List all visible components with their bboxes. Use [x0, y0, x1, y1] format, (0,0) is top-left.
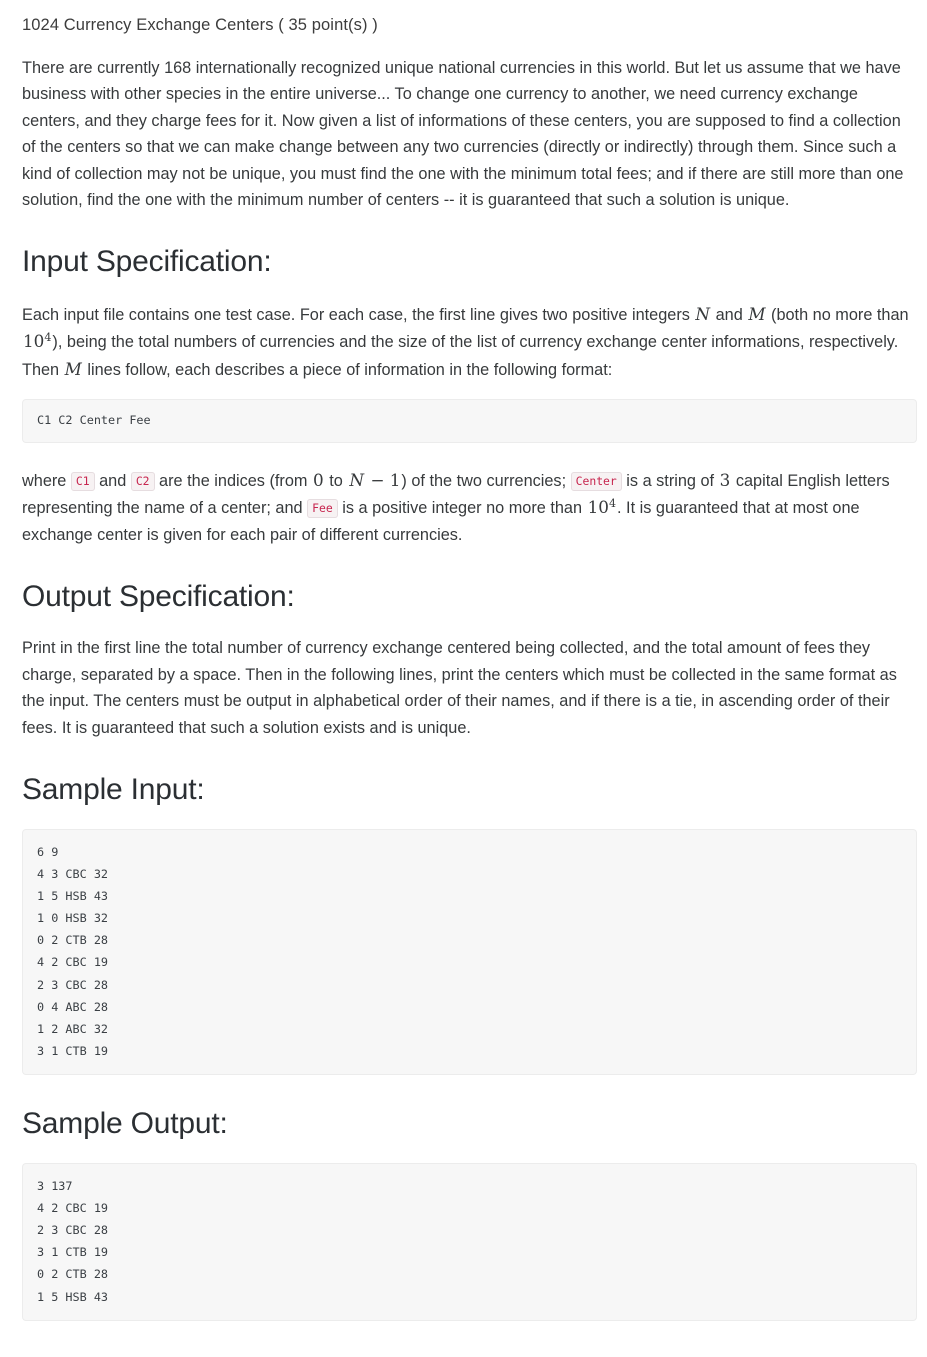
math-var-n: N	[695, 303, 711, 324]
math-base: 10	[23, 331, 45, 352]
math-var-m-2: M	[64, 358, 82, 379]
sample-input-heading: Sample Input:	[22, 773, 205, 807]
math-three: 3	[719, 469, 731, 490]
input-spec-text-10: ) of the two currencies;	[401, 471, 571, 490]
math-n-minus-one: N − 1	[349, 469, 401, 490]
math-n-italic: N	[349, 469, 364, 490]
problem-description: There are currently 168 internationally …	[22, 59, 904, 210]
problem-page: 1024 Currency Exchange Centers ( 35 poin…	[0, 0, 927, 1357]
input-spec-text-2: and	[711, 305, 748, 324]
math-base-b: 10	[587, 497, 609, 518]
input-spec-text-1: Each input file contains one test case. …	[22, 305, 695, 324]
math-exponent-b: 4	[608, 497, 616, 511]
sample-output-heading: Sample Output:	[22, 1107, 228, 1141]
code-fee: Fee	[307, 499, 338, 519]
input-spec-text-6: where	[22, 471, 71, 490]
sample-input-code-block: 6 9 4 3 CBC 32 1 5 HSB 43 1 0 HSB 32 0 2…	[22, 828, 917, 1076]
input-spec-paragraph-1: Each input file contains one test case. …	[22, 301, 917, 383]
input-spec-text-8: are the indices (from	[154, 471, 312, 490]
math-power-ten-four: 104	[22, 331, 52, 351]
output-specification-heading: Output Specification:	[22, 579, 295, 613]
math-exponent: 4	[44, 331, 52, 345]
input-specification-heading: Input Specification:	[22, 245, 272, 279]
input-spec-text-3: (both no more than	[766, 305, 909, 324]
output-spec-description: Print in the first line the total number…	[22, 639, 897, 737]
page-title: 1024 Currency Exchange Centers ( 35 poin…	[22, 16, 378, 34]
math-power-ten-four-b: 104	[587, 497, 617, 517]
input-format-code-block: C1 C2 Center Fee	[22, 399, 917, 443]
input-spec-paragraph-2: where C1 and C2 are the indices (from 0 …	[22, 467, 917, 548]
sample-output-code-block: 3 137 4 2 CBC 19 2 3 CBC 28 3 1 CTB 19 0…	[22, 1162, 917, 1321]
code-center: Center	[570, 471, 622, 491]
input-spec-text-9: to	[324, 471, 348, 490]
input-spec-text-11: is a string of	[621, 471, 719, 490]
math-var-m: M	[748, 303, 766, 324]
input-spec-text-13: is a positive integer no more than	[337, 499, 587, 518]
code-c1: C1	[70, 471, 95, 491]
input-spec-text-7: and	[94, 471, 131, 490]
code-c2: C2	[130, 471, 155, 491]
input-spec-text-5: lines follow, each describes a piece of …	[82, 360, 613, 379]
math-zero: 0	[312, 469, 324, 490]
